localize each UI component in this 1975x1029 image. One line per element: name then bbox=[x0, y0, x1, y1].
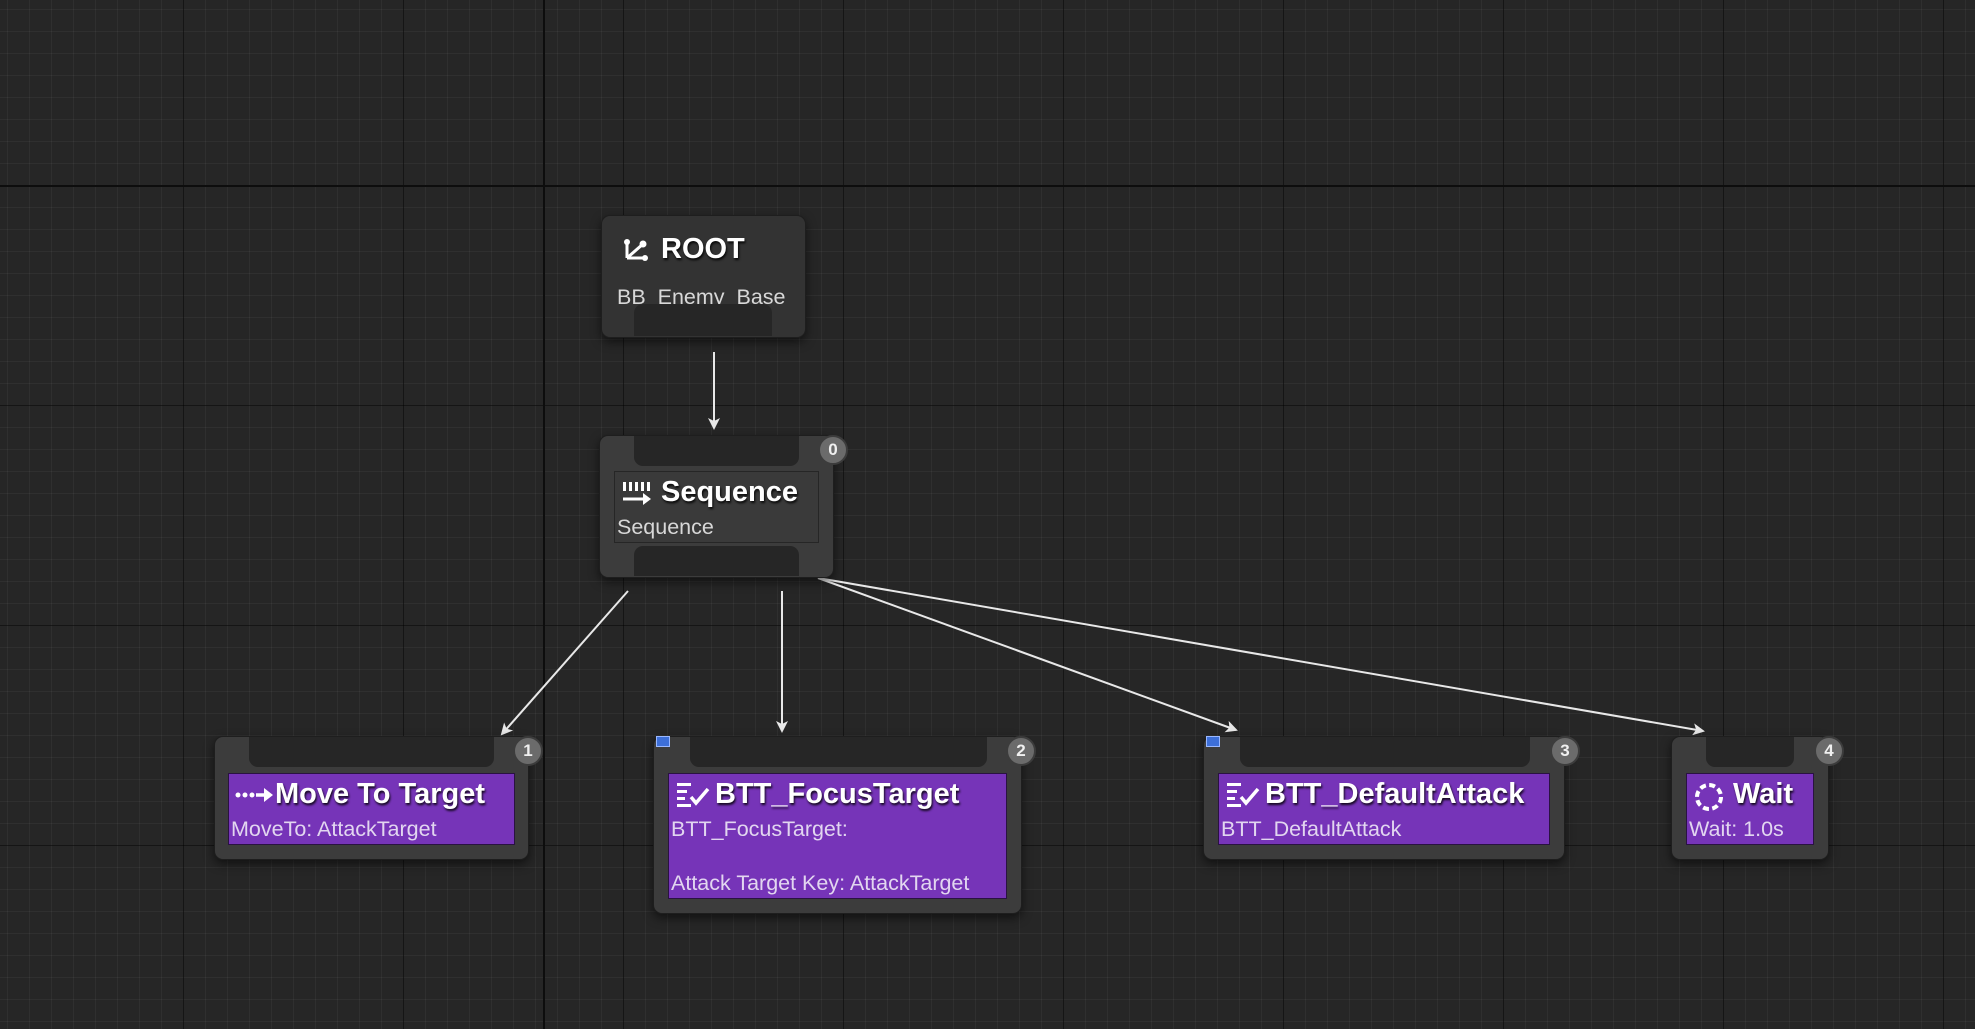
wire-sequence-to-default-attack[interactable] bbox=[817, 577, 1238, 733]
btt-default-attack-title: BTT_DefaultAttack bbox=[1265, 778, 1525, 810]
breakpoint-marker-icon[interactable] bbox=[656, 736, 670, 747]
btt-focus-target-title-row: BTT_FocusTarget bbox=[675, 778, 959, 811]
execution-index-badge: 2 bbox=[1006, 736, 1036, 766]
move-to-target-title: Move To Target bbox=[275, 778, 485, 810]
root-node-body: ROOT BB_Enemy_Base bbox=[614, 228, 793, 309]
execution-index-badge: 0 bbox=[818, 435, 848, 465]
sequence-node[interactable]: Sequence Sequence 0 bbox=[599, 435, 848, 578]
move-to-target-title-row: Move To Target bbox=[235, 778, 485, 811]
move-to-target-input-pin[interactable] bbox=[249, 737, 494, 767]
task-icon bbox=[675, 781, 710, 809]
root-node-title: ROOT bbox=[661, 233, 745, 265]
sequence-icon bbox=[621, 479, 653, 507]
wait-input-pin[interactable] bbox=[1706, 737, 1794, 767]
sequence-output-pin[interactable] bbox=[634, 546, 799, 576]
wire-sequence-to-wait[interactable] bbox=[817, 577, 1705, 736]
wait-icon bbox=[1693, 781, 1725, 811]
btt-default-attack-subtitle: BTT_DefaultAttack bbox=[1221, 817, 1402, 841]
btt-focus-target-node[interactable]: BTT_FocusTarget BTT_FocusTarget: Attack … bbox=[653, 736, 1036, 914]
sequence-node-body: Sequence Sequence bbox=[614, 471, 819, 543]
execution-index-badge: 3 bbox=[1550, 736, 1580, 766]
behavior-tree-graph[interactable]: ROOT BB_Enemy_Base Sequence Sequence 0 M… bbox=[0, 0, 1975, 1029]
btt-default-attack-title-row: BTT_DefaultAttack bbox=[1225, 778, 1524, 811]
wire-sequence-to-move-to-target[interactable] bbox=[500, 590, 629, 736]
btt-default-attack-body: BTT_DefaultAttack BTT_DefaultAttack bbox=[1218, 773, 1550, 845]
root-output-pin[interactable] bbox=[634, 304, 772, 336]
btt-focus-target-body: BTT_FocusTarget BTT_FocusTarget: Attack … bbox=[668, 773, 1007, 899]
btt-focus-target-detail: Attack Target Key: AttackTarget bbox=[671, 871, 970, 895]
move-to-target-body: Move To Target MoveTo: AttackTarget bbox=[228, 773, 515, 845]
move-to-icon bbox=[235, 781, 273, 809]
wait-body: Wait Wait: 1.0s bbox=[1686, 773, 1814, 845]
btt-focus-target-input-pin[interactable] bbox=[690, 737, 987, 767]
btt-default-attack-input-pin[interactable] bbox=[1240, 737, 1530, 767]
wait-node[interactable]: Wait Wait: 1.0s 4 bbox=[1671, 736, 1844, 860]
task-icon bbox=[1225, 781, 1260, 809]
execution-index-badge: 4 bbox=[1814, 736, 1844, 766]
wait-title-row: Wait bbox=[1693, 778, 1793, 811]
root-icon bbox=[621, 236, 653, 264]
sequence-node-title-row: Sequence bbox=[621, 476, 798, 509]
breakpoint-marker-icon[interactable] bbox=[1206, 736, 1220, 747]
btt-focus-target-subtitle: BTT_FocusTarget: bbox=[671, 817, 848, 841]
btt-default-attack-node[interactable]: BTT_DefaultAttack BTT_DefaultAttack 3 bbox=[1203, 736, 1580, 860]
wait-title: Wait bbox=[1733, 778, 1794, 810]
root-node-title-row: ROOT bbox=[621, 233, 745, 266]
move-to-target-subtitle: MoveTo: AttackTarget bbox=[231, 817, 437, 841]
root-node[interactable]: ROOT BB_Enemy_Base bbox=[601, 215, 806, 338]
wait-subtitle: Wait: 1.0s bbox=[1689, 817, 1784, 841]
sequence-input-pin[interactable] bbox=[634, 436, 799, 466]
execution-index-badge: 1 bbox=[513, 736, 543, 766]
sequence-node-title: Sequence bbox=[661, 476, 798, 508]
btt-focus-target-title: BTT_FocusTarget bbox=[715, 778, 960, 810]
move-to-target-node[interactable]: Move To Target MoveTo: AttackTarget 1 bbox=[214, 736, 543, 860]
sequence-node-subtitle: Sequence bbox=[617, 515, 714, 539]
